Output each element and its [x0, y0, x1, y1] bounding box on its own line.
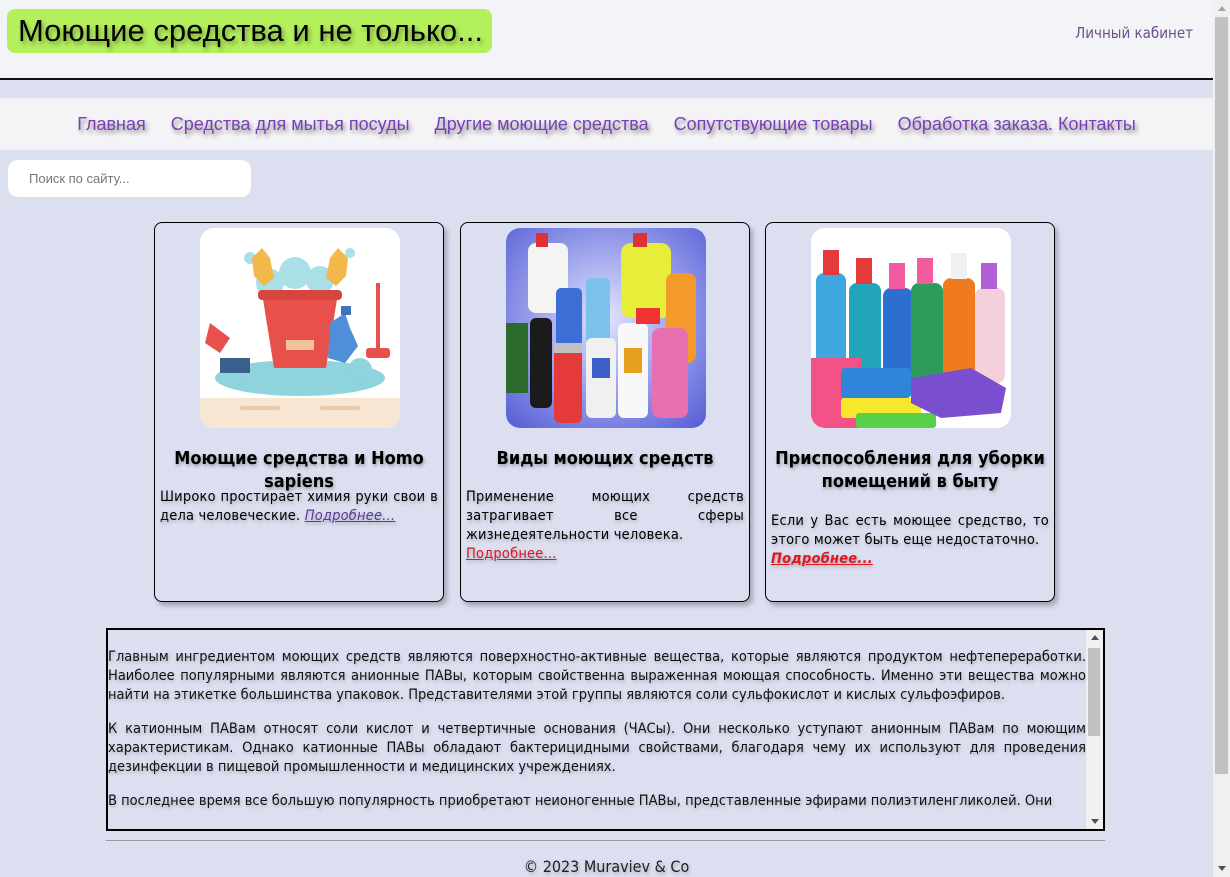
scroll-down-arrow-icon[interactable]	[1091, 819, 1099, 824]
read-more-link[interactable]: Подробнее...	[305, 508, 396, 524]
nav-item-order-contacts[interactable]: Обработка заказа. Контакты	[898, 114, 1136, 135]
cleaning-supplies-image[interactable]	[811, 228, 1011, 428]
header: Моющие средства и не только... Личный ка…	[0, 0, 1213, 80]
card-detergent-types[interactable]: Виды моющих средств Применение моющих ср…	[460, 222, 750, 602]
copyright-text: © 2023 Muraviev & Co	[523, 857, 690, 876]
article-scrollbar[interactable]	[1086, 630, 1103, 829]
nav-item-related-goods[interactable]: Сопутствующие товары	[674, 114, 873, 135]
scroll-up-arrow-icon[interactable]	[1091, 635, 1099, 640]
article-content: Главным ингредиентом моющих средств явля…	[108, 648, 1086, 826]
card-text: Применение моющих средств затрагивает вс…	[466, 488, 744, 564]
footer-divider	[106, 840, 1105, 841]
nav-item-home[interactable]: Главная	[77, 114, 146, 135]
card-title[interactable]: Приспособления для уборки помещений в бы…	[772, 447, 1048, 493]
card-text-body: Если у Вас есть моющее средство, то этог…	[771, 513, 1049, 548]
card-cleaning-tools[interactable]: Приспособления для уборки помещений в бы…	[765, 222, 1055, 602]
article-paragraph: В последнее время все большую популярнос…	[108, 793, 1053, 809]
card-text-body: Широко простирает химия руки свои в дела…	[160, 489, 438, 524]
page-scroll-thumb[interactable]	[1215, 17, 1228, 774]
read-more-link[interactable]: Подробнее...	[466, 546, 557, 562]
scroll-down-arrow-icon[interactable]	[1218, 866, 1226, 871]
nav-item-dishwashing[interactable]: Средства для мытья посуды	[171, 114, 410, 135]
article-scroll-thumb[interactable]	[1088, 648, 1100, 736]
read-more-link[interactable]: Подробнее...	[771, 551, 873, 567]
main-nav: Главная Средства для мытья посуды Другие…	[0, 98, 1213, 150]
scroll-up-arrow-icon[interactable]	[1218, 6, 1226, 11]
article-paragraph: Главным ингредиентом моющих средств явля…	[108, 649, 1086, 703]
article-text-box[interactable]: Главным ингредиентом моющих средств явля…	[106, 628, 1105, 831]
card-homo-sapiens[interactable]: Моющие средства и Homo sapiens Широко пр…	[154, 222, 444, 602]
search-input[interactable]	[8, 160, 251, 197]
cleaning-illustration-image[interactable]	[200, 228, 400, 428]
site-logo[interactable]: Моющие средства и не только...	[7, 9, 492, 53]
article-paragraph: К катионным ПАВам относят соли кислот и …	[108, 721, 1086, 775]
page-scrollbar[interactable]	[1213, 0, 1230, 877]
detergent-bottles-image[interactable]	[506, 228, 706, 428]
account-link[interactable]: Личный кабинет	[1075, 24, 1193, 42]
card-text: Если у Вас есть моющее средство, то этог…	[771, 512, 1049, 569]
nav-item-other-detergents[interactable]: Другие моющие средства	[435, 114, 649, 135]
card-title[interactable]: Моющие средства и Homo sapiens	[161, 447, 437, 493]
card-text: Широко простирает химия руки свои в дела…	[160, 488, 438, 526]
card-title[interactable]: Виды моющих средств	[467, 447, 743, 470]
card-text-body: Применение моющих средств затрагивает вс…	[466, 489, 744, 543]
